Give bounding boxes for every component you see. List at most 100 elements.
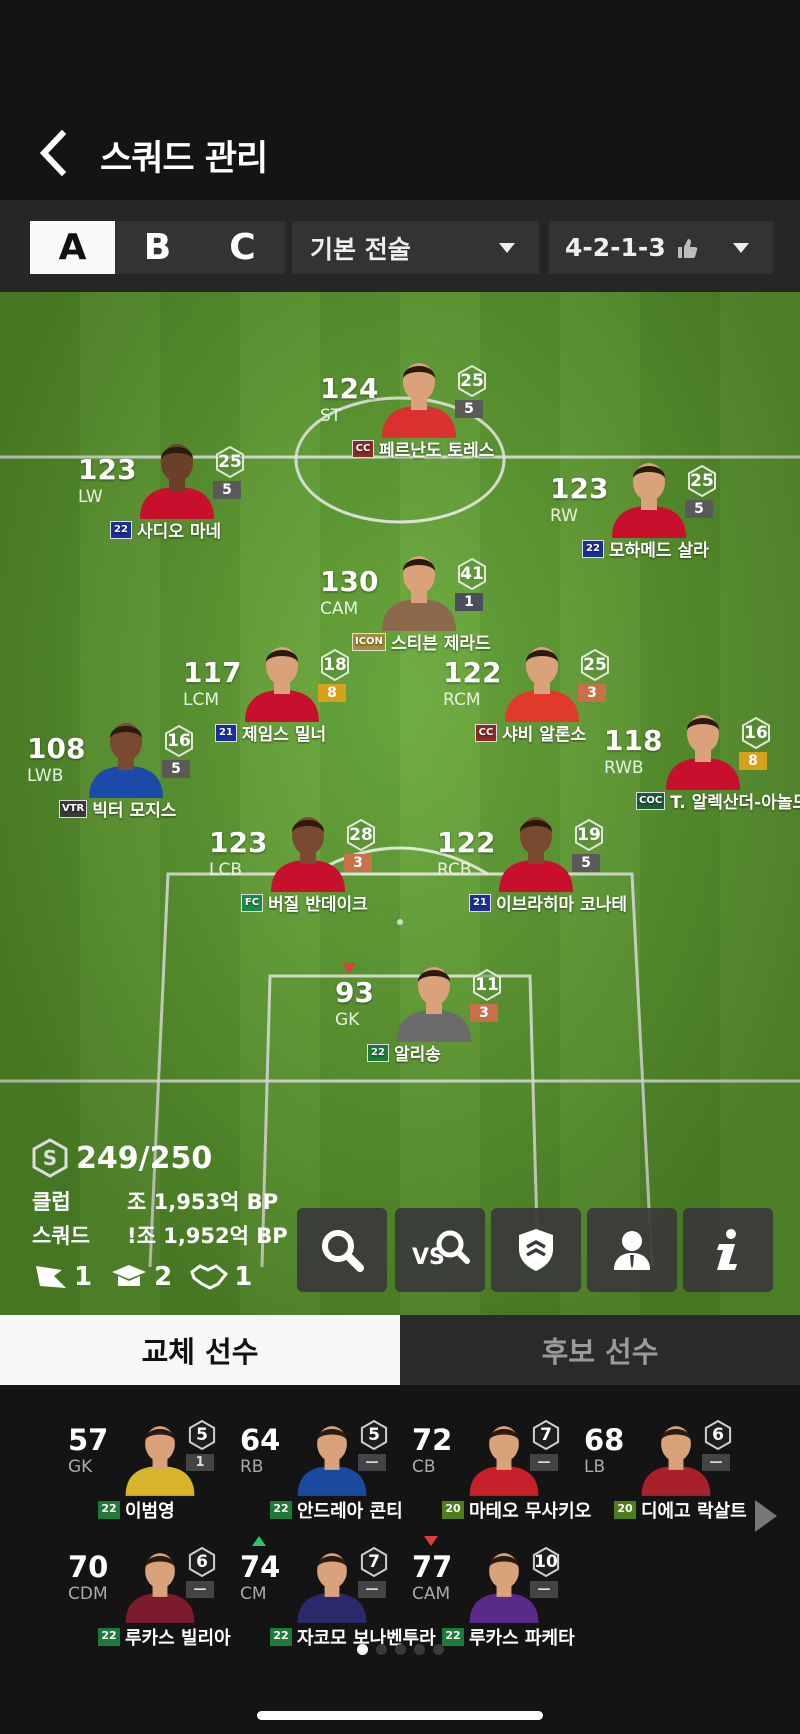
substitute-card[interactable]: 64 RB 5 — 22 안드레아 콘티 [240,1419,410,1543]
enhance-level-hex: 7 [358,1546,390,1578]
enhance-level: 16 [167,731,191,751]
player-rating: 64 [240,1423,281,1457]
player-rating: 68 [584,1423,625,1457]
player-position: ST [320,406,342,426]
player-name-row: ICON 스티븐 제라드 [352,629,491,654]
grade-badge: 8 [318,684,346,702]
tab-reserves[interactable]: 후보 선수 [400,1315,800,1385]
page-dot[interactable] [357,1644,368,1655]
player-name: 알리송 [394,1045,441,1065]
grade-badge: 3 [578,684,606,702]
player-name: 안드레아 콘티 [297,1501,403,1522]
player-name-row: 22 이범영 [98,1497,175,1523]
tab-squad-c[interactable]: C [200,221,285,274]
grade-badge: — [530,1581,558,1598]
player-card[interactable]: 93 GK 11 3 22 알리송 [335,967,535,1096]
grade-badge: — [702,1454,730,1471]
enhance-level: 25 [460,371,484,391]
player-position: RCM [443,690,481,710]
bench-tabs: 교체 선수 후보 선수 [0,1315,800,1385]
youth-count: 2 [154,1262,173,1292]
grade-badge: 3 [470,1004,498,1022]
enhance-level-hex: 5 [186,1419,218,1451]
page-dot[interactable] [376,1644,387,1655]
enhance-level: 18 [323,655,347,675]
page-dot[interactable] [395,1644,406,1655]
grade-badge: 5 [685,500,713,518]
tactic-value: 기본 전술 [310,234,411,264]
player-name-row: 20 마테오 무사키오 [442,1497,591,1523]
substitute-card[interactable]: 70 CDM 6 — 22 루카스 빌리아 [68,1546,238,1670]
player-name: 페르난도 토레스 [379,441,495,461]
player-position: RCB [437,860,472,880]
player-name-row: 22 모하메드 살라 [582,536,709,561]
tab-squad-a[interactable]: A [30,221,115,274]
grade-badge: — [186,1581,214,1598]
manager-button[interactable] [587,1208,677,1292]
squad-management-screen: 스쿼드 관리 A B C 기본 전술 4-2-1-3 124 ST 25 5 C… [0,0,800,1734]
tab-substitutes[interactable]: 교체 선수 [0,1315,400,1385]
player-position: GK [68,1457,93,1477]
player-name: 제임스 밀너 [242,725,327,745]
grade-badge: 5 [455,400,483,418]
player-card[interactable]: 123 LW 25 5 22 사디오 마네 [78,444,278,573]
tactic-dropdown[interactable]: 기본 전술 [292,221,539,274]
info-button[interactable] [683,1208,773,1292]
player-card[interactable]: 124 ST 25 5 CC 페르난도 토레스 [320,363,520,492]
page-dot[interactable] [414,1644,425,1655]
player-card[interactable]: 122 RCB 19 5 21 이브라히마 코나테 [437,817,637,946]
enhance-level: 41 [460,564,484,584]
player-portrait [660,702,746,790]
player-name: T. 알렉산더-아놀드 [670,793,800,813]
rating-up-arrow-icon [252,1536,266,1546]
compare-button[interactable]: VS [395,1208,485,1292]
player-name-row: 21 이브라히마 코나테 [469,890,627,915]
player-position: LB [584,1457,606,1477]
caret-down-icon [733,243,749,253]
player-name-row: FC 버질 반데이크 [241,890,368,915]
enhance-level-hex: 16 [739,716,773,750]
enhance-level-hex: 16 [162,724,196,758]
enhance-level-hex: 28 [344,818,378,852]
page-dot[interactable] [433,1644,444,1655]
substitute-card[interactable]: 57 GK 5 1 22 이범영 [68,1419,238,1543]
loan-count: 1 [234,1262,253,1292]
season-badge: 22 [98,1628,120,1646]
squad-value-label: 스쿼드 [32,1224,90,1248]
player-card[interactable]: 123 LCB 28 3 FC 버질 반데이크 [209,817,409,946]
search-button[interactable] [297,1208,387,1292]
player-card[interactable]: 108 LWB 16 5 VTR 빅터 모지스 [27,723,227,852]
substitute-card[interactable]: 72 CB 7 — 20 마테오 무사키오 [412,1419,591,1543]
chevron-left-icon[interactable] [34,128,74,178]
season-badge: 21 [469,893,491,912]
player-rating: 74 [240,1550,281,1584]
grade-badge: — [358,1454,386,1471]
player-position: CM [240,1584,267,1604]
season-badge: 20 [442,1501,464,1519]
squad-tabs: A B C [30,221,285,274]
enhance-level: 6 [712,1425,724,1445]
tab-squad-b[interactable]: B [115,221,200,274]
player-rating: 118 [604,724,663,757]
player-portrait [493,804,579,892]
team-badge-button[interactable] [491,1208,581,1292]
season-badge: COC [636,791,666,810]
rating-down-arrow-icon [342,963,356,973]
thumbs-up-icon [677,238,698,258]
player-position: CB [412,1457,436,1477]
player-rating: 93 [335,976,374,1009]
next-page-arrow-icon[interactable] [755,1500,777,1532]
club-value-row: 클럽 조 1,953억 BP [32,1186,278,1216]
enhance-level: 7 [540,1425,552,1445]
player-card[interactable]: 123 RW 25 5 22 모하메드 살라 [550,463,750,592]
enhance-level: 5 [196,1425,208,1445]
player-position: GK [335,1010,360,1030]
home-indicator[interactable] [257,1711,543,1720]
player-name: 스티븐 제라드 [390,634,491,654]
player-portrait [376,350,462,438]
enhance-level: 11 [475,975,499,995]
player-position: CAM [412,1584,451,1604]
substitute-card[interactable]: 68 LB 6 — 20 디에고 락살트 [584,1419,754,1543]
formation-dropdown[interactable]: 4-2-1-3 [549,221,773,274]
enhance-level-hex: 19 [572,818,606,852]
